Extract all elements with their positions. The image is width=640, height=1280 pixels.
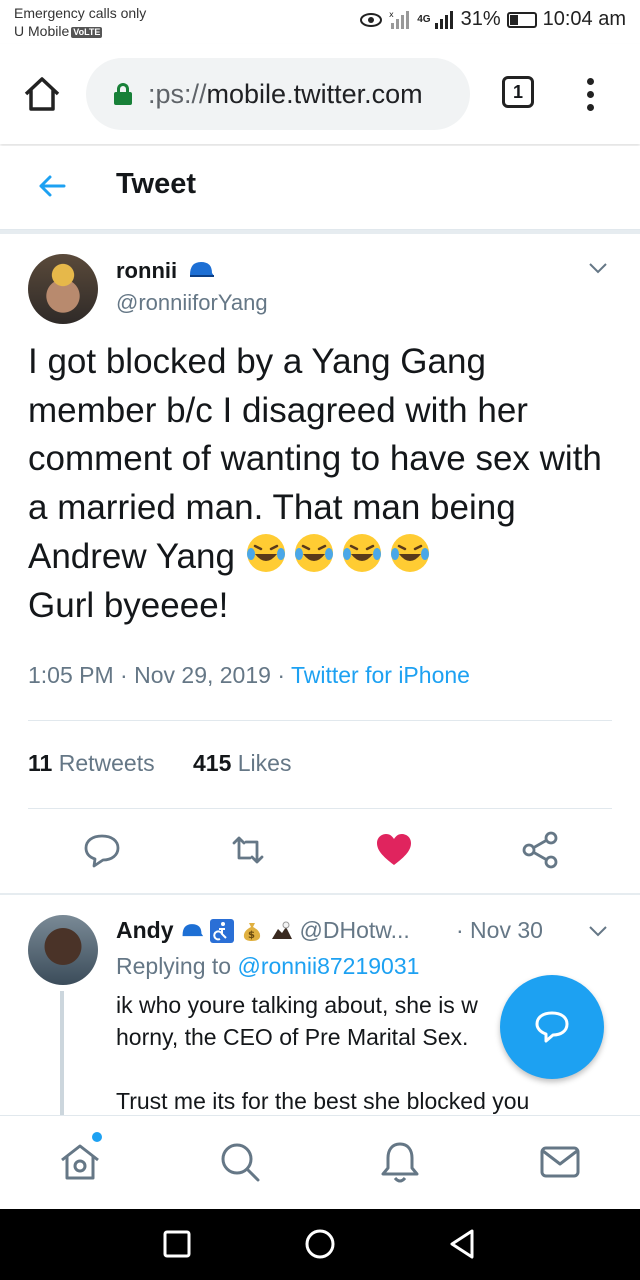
recents-square-icon[interactable] bbox=[160, 1227, 194, 1261]
avatar[interactable] bbox=[28, 915, 98, 985]
replying-to-link[interactable]: @ronnii87219031 bbox=[237, 953, 419, 979]
volte-badge: VoLTE bbox=[71, 26, 103, 38]
status-icons: x 4G 31% 10:04 am bbox=[359, 8, 626, 31]
reply-date: · Nov 30 bbox=[456, 917, 543, 943]
laughing-emoji-icon bbox=[294, 534, 333, 572]
tweet-author-name[interactable]: ronnii bbox=[116, 258, 215, 284]
battery-icon bbox=[506, 11, 537, 28]
tweet-stats: 11 Retweets 415 Likes bbox=[28, 750, 291, 777]
tweet-date: Nov 29, 2019 bbox=[134, 662, 271, 688]
retweets-stat[interactable]: 11 Retweets bbox=[28, 750, 155, 776]
tab-switcher-button[interactable]: 1 bbox=[502, 76, 534, 108]
svg-text:x: x bbox=[389, 10, 394, 19]
chevron-down-icon[interactable] bbox=[588, 262, 608, 274]
search-icon[interactable] bbox=[218, 1140, 262, 1184]
reply-author-name: Andy bbox=[116, 917, 174, 943]
replying-to: Replying to @ronnii87219031 bbox=[116, 953, 420, 979]
signal-icon bbox=[434, 10, 453, 29]
page-title: Tweet bbox=[116, 168, 197, 200]
reply-author-handle: @DHotw... bbox=[299, 917, 410, 943]
status-bar: Emergency calls only U Mobile VoLTE x 4G … bbox=[0, 0, 640, 44]
money-bag-icon: $ bbox=[243, 922, 260, 941]
browser-toolbar: :ps://mobile.twitter.com 1 bbox=[0, 44, 640, 144]
home-icon[interactable] bbox=[58, 1140, 102, 1184]
laughing-emoji-icon bbox=[342, 534, 381, 572]
laughing-emoji-icon bbox=[246, 534, 285, 572]
like-heart-icon[interactable] bbox=[374, 830, 414, 870]
compose-reply-button[interactable] bbox=[500, 975, 604, 1079]
reply-author[interactable]: Andy $ @DHotw... bbox=[116, 917, 410, 944]
retweet-icon[interactable] bbox=[228, 830, 268, 870]
tweet-text: I got blocked by a Yang Gang member b/c … bbox=[28, 338, 618, 630]
share-icon[interactable] bbox=[520, 830, 560, 870]
page-header: Tweet bbox=[0, 146, 640, 230]
tweet-actions bbox=[0, 830, 640, 874]
reply-bubble-icon bbox=[535, 1011, 569, 1043]
chevron-down-icon[interactable] bbox=[588, 925, 608, 937]
lock-icon bbox=[114, 83, 132, 105]
bottom-nav bbox=[0, 1115, 640, 1209]
divider bbox=[28, 720, 612, 721]
blue-cap-icon bbox=[182, 923, 203, 936]
tweet-body-end: Gurl byeeee! bbox=[28, 585, 229, 625]
thread-line bbox=[60, 991, 64, 1115]
carrier-line-1: Emergency calls only bbox=[14, 5, 147, 21]
back-triangle-icon[interactable] bbox=[446, 1227, 480, 1261]
clock: 10:04 am bbox=[542, 8, 626, 30]
notification-dot bbox=[92, 1132, 102, 1142]
divider bbox=[0, 230, 640, 234]
address-bar[interactable]: :ps://mobile.twitter.com bbox=[86, 58, 470, 130]
messages-mail-icon[interactable] bbox=[538, 1140, 582, 1184]
svg-text:$: $ bbox=[248, 930, 255, 941]
home-icon[interactable] bbox=[20, 72, 64, 116]
url-domain: mobile.twitter.com bbox=[206, 78, 423, 109]
tweet-author-handle[interactable]: @ronniiforYang bbox=[116, 290, 268, 316]
tweet-meta: 1:05 PM · Nov 29, 2019 · Twitter for iPh… bbox=[28, 662, 470, 688]
battery-percent: 31% bbox=[460, 8, 501, 30]
network-type: 4G bbox=[417, 14, 431, 25]
laughing-emoji-icons bbox=[245, 534, 437, 576]
carrier-info: Emergency calls only U Mobile VoLTE bbox=[14, 4, 146, 40]
notifications-bell-icon[interactable] bbox=[378, 1140, 422, 1184]
carrier-line-2: U Mobile bbox=[14, 23, 70, 39]
eagle-icon bbox=[271, 921, 292, 939]
blue-cap-icon bbox=[190, 262, 215, 277]
url-scheme: :ps:// bbox=[148, 78, 207, 109]
tweet-time: 1:05 PM bbox=[28, 662, 114, 688]
accessibility-icon bbox=[209, 918, 234, 943]
system-nav-bar bbox=[0, 1209, 640, 1280]
likes-stat[interactable]: 415 Likes bbox=[193, 750, 291, 776]
signal-x-icon: x bbox=[389, 10, 410, 29]
eye-icon bbox=[360, 12, 383, 27]
more-menu-icon[interactable] bbox=[580, 74, 600, 114]
divider bbox=[28, 808, 612, 809]
laughing-emoji-icon bbox=[390, 534, 429, 572]
avatar[interactable] bbox=[28, 254, 98, 324]
tweet-source-link[interactable]: Twitter for iPhone bbox=[291, 662, 470, 688]
reply-icon[interactable] bbox=[82, 830, 122, 870]
reply-text-line: Trust me its for the best she blocked yo… bbox=[116, 1088, 530, 1114]
back-arrow-icon[interactable] bbox=[36, 170, 68, 202]
home-circle-icon[interactable] bbox=[303, 1227, 337, 1261]
